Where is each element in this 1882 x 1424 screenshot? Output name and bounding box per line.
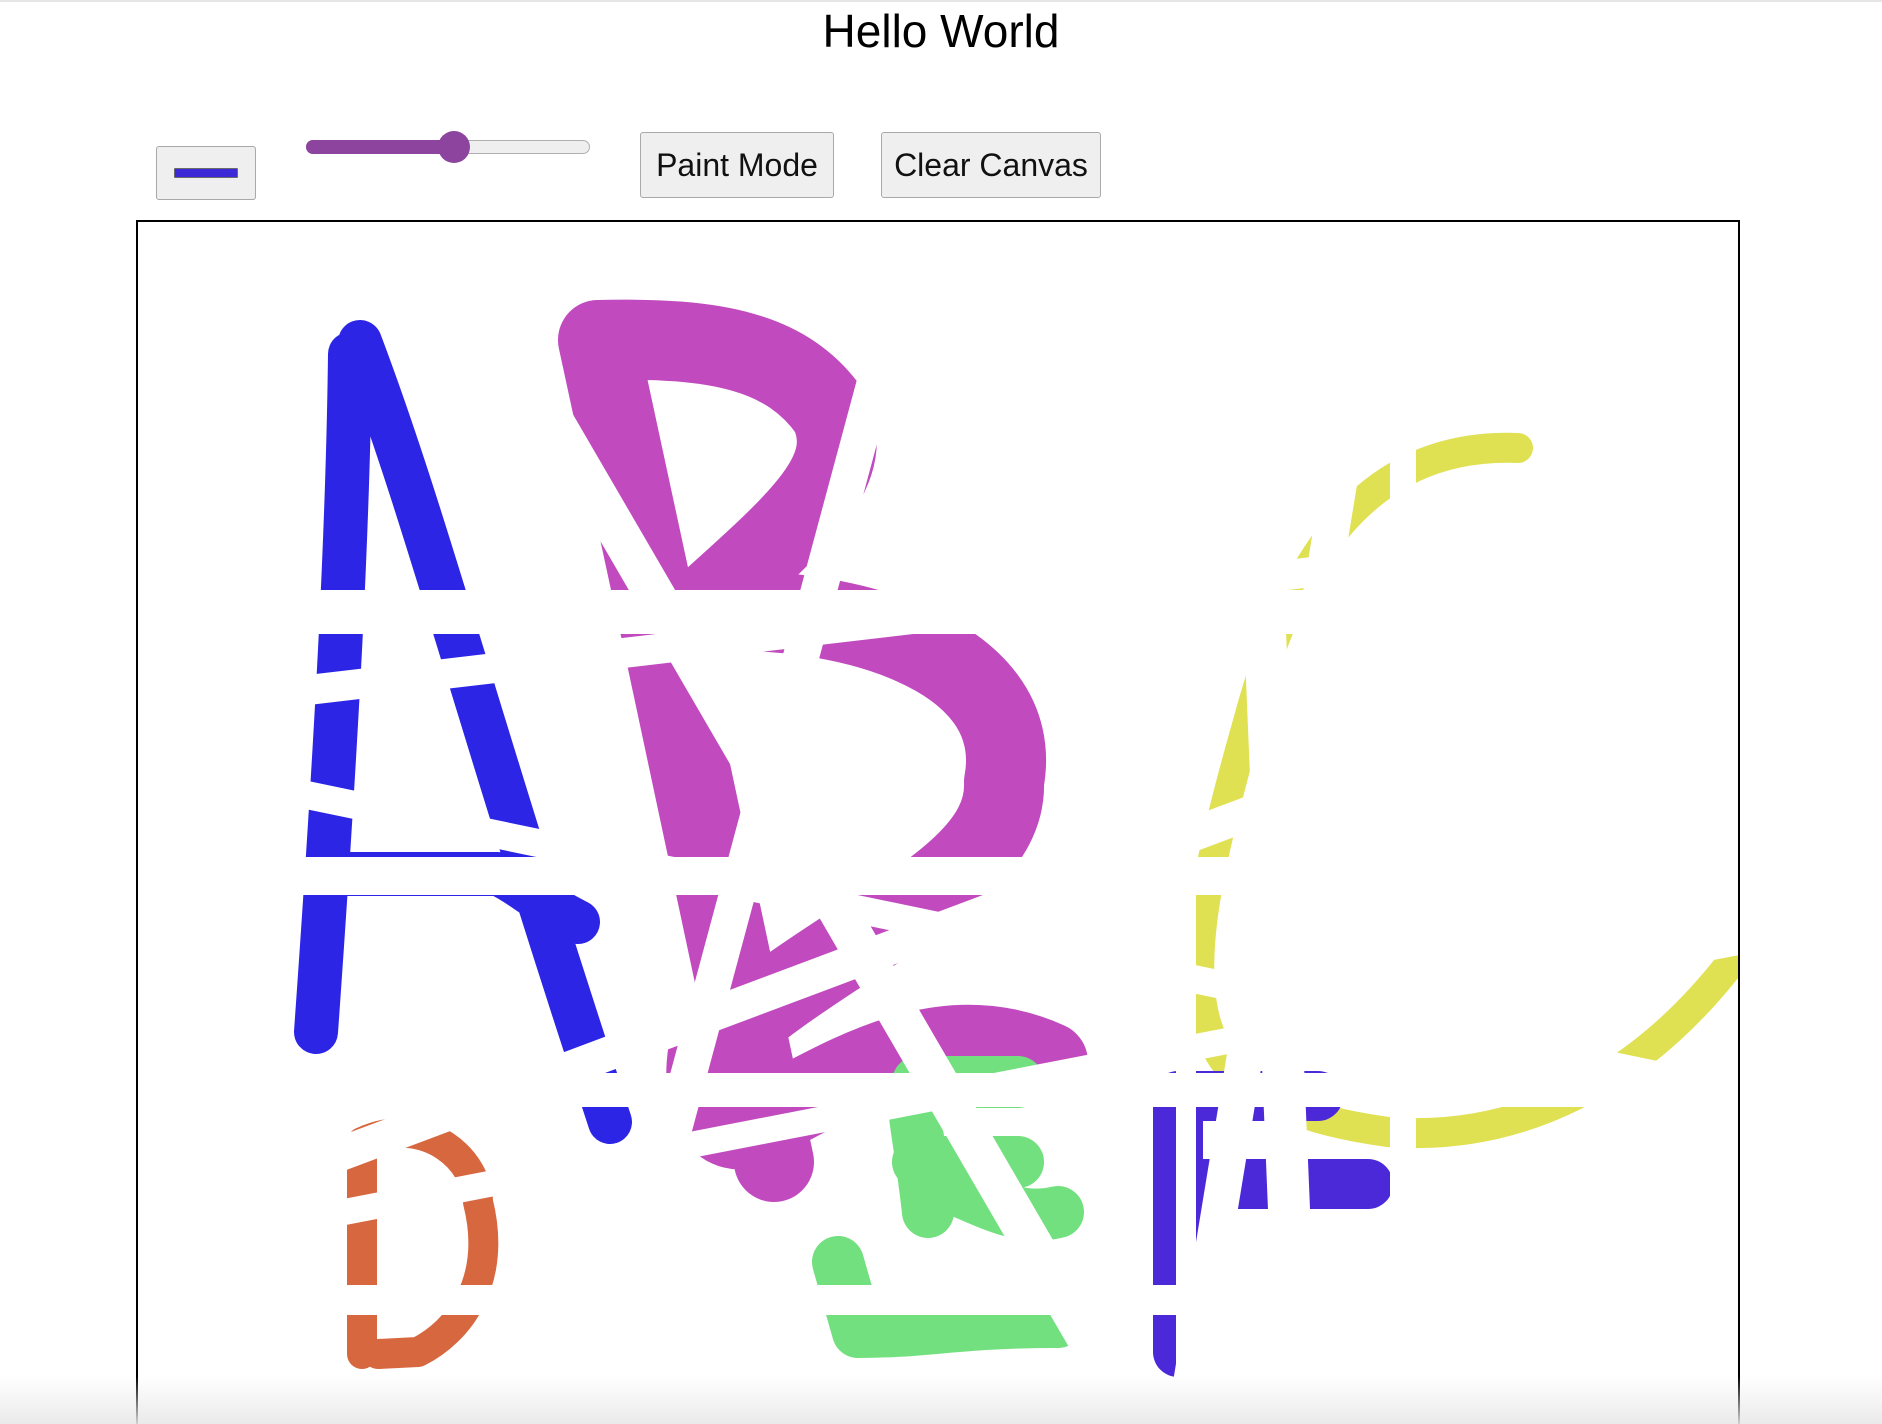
stroke-letter-e — [812, 1056, 1084, 1358]
canvas-drawing — [294, 299, 1738, 1377]
stroke-letter-c — [1184, 432, 1738, 1148]
clear-canvas-button[interactable]: Clear Canvas — [881, 132, 1101, 198]
stroke-letter-d — [347, 1117, 499, 1369]
slider-thumb[interactable] — [437, 131, 470, 163]
browser-top-border — [0, 0, 1882, 2]
page-title: Hello World — [822, 5, 1060, 57]
stroke-letter-a — [294, 320, 632, 1144]
paint-mode-button[interactable]: Paint Mode — [640, 132, 834, 198]
brush-size-slider[interactable] — [306, 131, 590, 163]
slider-fill — [306, 140, 454, 154]
stroke-letter-b — [558, 299, 1088, 1202]
color-swatch — [174, 168, 238, 178]
color-picker-button[interactable] — [156, 146, 256, 200]
drawing-canvas[interactable] — [136, 220, 1740, 1424]
